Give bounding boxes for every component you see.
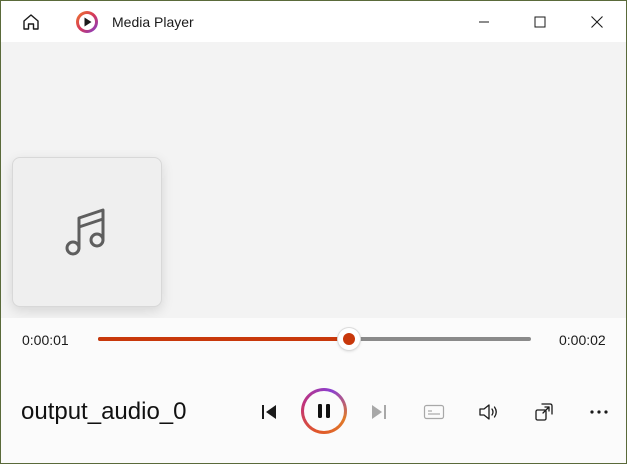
skip-previous-icon xyxy=(262,405,276,419)
volume-button[interactable] xyxy=(469,392,509,432)
skip-next-icon xyxy=(372,405,386,419)
now-playing-area xyxy=(1,42,626,318)
window-title: Media Player xyxy=(112,14,194,30)
volume-icon xyxy=(479,404,497,420)
seek-thumb-dot xyxy=(343,333,356,345)
music-note-icon xyxy=(65,208,105,256)
playback-controls: 0:00:01 0:00:02 output_audio_0 xyxy=(1,318,626,463)
total-time: 0:00:02 xyxy=(559,332,606,348)
more-options-button[interactable] xyxy=(579,392,619,432)
maximize-button[interactable] xyxy=(517,1,563,42)
subtitles-icon xyxy=(423,404,445,420)
play-pause-button-face xyxy=(304,391,344,431)
home-button[interactable] xyxy=(13,7,49,37)
pause-icon xyxy=(318,404,330,418)
close-icon xyxy=(591,15,603,28)
close-button[interactable] xyxy=(574,1,620,42)
subtitles-button[interactable] xyxy=(414,392,454,432)
media-player-logo-icon xyxy=(76,11,98,33)
previous-button[interactable] xyxy=(249,392,289,432)
home-icon xyxy=(23,14,39,30)
title-bar: Media Player xyxy=(1,1,626,42)
minimize-icon xyxy=(479,21,489,22)
seek-progress xyxy=(98,337,350,341)
seek-bar[interactable] xyxy=(98,328,531,350)
maximize-icon xyxy=(534,16,546,27)
mini-player-button[interactable] xyxy=(524,392,564,432)
more-options-icon xyxy=(590,410,608,414)
minimize-button[interactable] xyxy=(461,1,507,42)
track-title: output_audio_0 xyxy=(21,398,187,425)
album-art[interactable] xyxy=(12,157,162,307)
next-button[interactable] xyxy=(359,392,399,432)
play-pause-button[interactable] xyxy=(301,388,347,434)
current-time: 0:00:01 xyxy=(22,332,69,348)
media-player-window: Media Player 0:00:01 0:00:02 output_audi… xyxy=(0,0,627,464)
mini-player-icon xyxy=(535,403,553,421)
seek-thumb[interactable] xyxy=(338,328,361,350)
